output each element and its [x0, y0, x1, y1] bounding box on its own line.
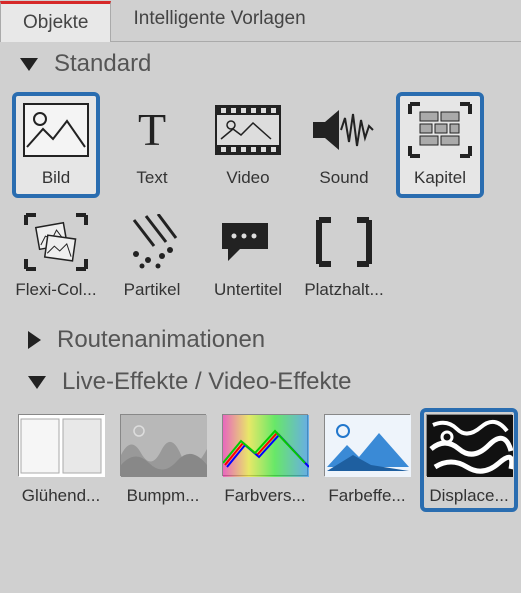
section-standard-header[interactable]: Standard [0, 42, 521, 84]
item-flexi-collage[interactable]: Flexi-Col... [12, 204, 100, 310]
particles-icon [117, 212, 187, 272]
flexi-collage-icon [21, 212, 91, 272]
item-kapitel[interactable]: Kapitel [396, 92, 484, 198]
color-shift-effect-icon [222, 414, 308, 476]
item-label: Video [226, 168, 269, 188]
sound-icon [309, 100, 379, 160]
placeholder-icon [309, 212, 379, 272]
chevron-down-icon [20, 58, 38, 71]
item-label: Platzhalt... [304, 280, 383, 300]
image-icon [21, 100, 91, 160]
tab-templates[interactable]: Intelligente Vorlagen [111, 0, 327, 41]
svg-text:T: T [138, 105, 166, 155]
section-routes-label: Routenanimationen [57, 326, 265, 354]
effect-label: Displace... [429, 486, 508, 506]
section-live-header[interactable]: Live-Effekte / Video-Effekte [0, 360, 521, 402]
item-partikel[interactable]: Partikel [108, 204, 196, 310]
item-label: Kapitel [414, 168, 466, 188]
standard-items: Bild T Text Video Sound [0, 84, 521, 318]
item-label: Untertitel [214, 280, 282, 300]
item-label: Partikel [124, 280, 181, 300]
section-live-label: Live-Effekte / Video-Effekte [62, 368, 352, 396]
effect-farbeffekt[interactable]: Farbeffe... [318, 408, 416, 512]
tab-objects[interactable]: Objekte [0, 1, 111, 42]
item-label: Text [136, 168, 167, 188]
item-text[interactable]: T Text [108, 92, 196, 198]
bumpmap-effect-icon [120, 414, 206, 476]
effects-items: Glühend... Bumpm... Farbvers... Farbeffe… [0, 402, 521, 522]
glowing-effect-icon [18, 414, 104, 476]
item-label: Bild [42, 168, 70, 188]
tab-bar: Objekte Intelligente Vorlagen [0, 0, 521, 42]
color-effect-icon [324, 414, 410, 476]
displacement-effect-icon [426, 414, 512, 476]
effect-farbversatz[interactable]: Farbvers... [216, 408, 314, 512]
effect-gluehend[interactable]: Glühend... [12, 408, 110, 512]
item-label: Flexi-Col... [15, 280, 96, 300]
item-label: Sound [319, 168, 368, 188]
video-icon [213, 100, 283, 160]
section-standard-label: Standard [54, 50, 151, 78]
subtitle-icon [213, 212, 283, 272]
effect-bumpmap[interactable]: Bumpm... [114, 408, 212, 512]
chevron-right-icon [28, 331, 41, 349]
item-sound[interactable]: Sound [300, 92, 388, 198]
effect-displacement[interactable]: Displace... [420, 408, 518, 512]
chevron-down-icon [28, 376, 46, 389]
section-routes-header[interactable]: Routenanimationen [0, 318, 521, 360]
item-video[interactable]: Video [204, 92, 292, 198]
item-bild[interactable]: Bild [12, 92, 100, 198]
effect-label: Bumpm... [127, 486, 200, 506]
chapter-icon [405, 100, 475, 160]
effect-label: Glühend... [22, 486, 100, 506]
effect-label: Farbvers... [224, 486, 305, 506]
text-icon: T [117, 100, 187, 160]
item-platzhalter[interactable]: Platzhalt... [300, 204, 388, 310]
item-untertitel[interactable]: Untertitel [204, 204, 292, 310]
effect-label: Farbeffe... [328, 486, 405, 506]
